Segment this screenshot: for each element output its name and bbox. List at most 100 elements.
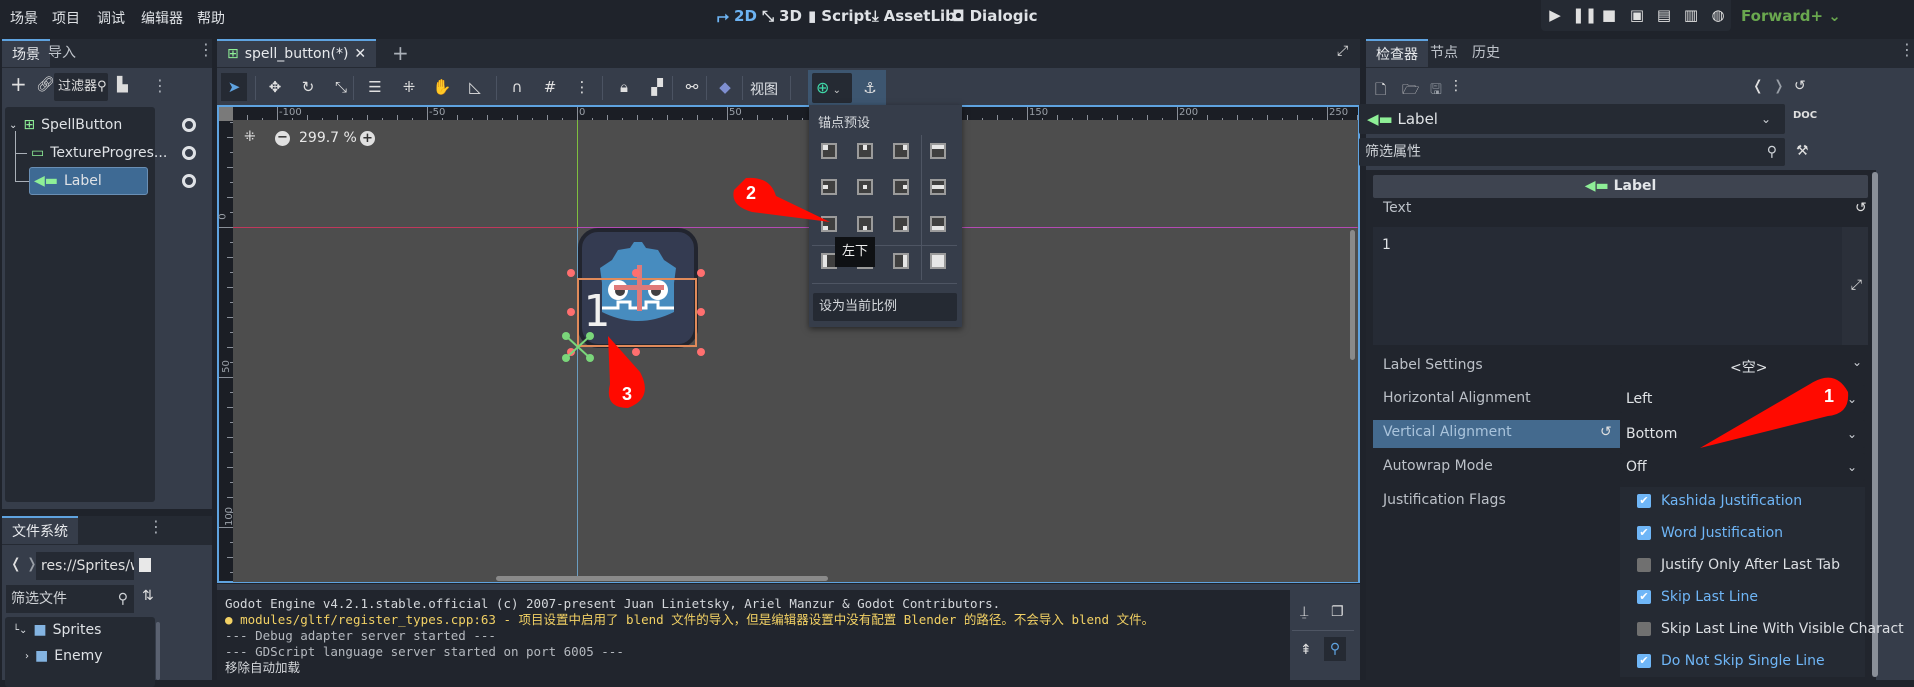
link-icon[interactable]: 🔗︎ xyxy=(36,75,55,93)
view-menu[interactable]: 视图 xyxy=(750,79,778,99)
open-folder-icon[interactable]: 🗁︎ xyxy=(1402,79,1419,103)
anchor-preset-hcenter-wide[interactable] xyxy=(930,179,946,195)
distraction-free-icon[interactable]: ⤢ xyxy=(1337,43,1348,59)
vertical-alignment-select[interactable]: Bottom ⌄ xyxy=(1620,420,1865,448)
menu-debug[interactable]: 调试 xyxy=(97,8,125,28)
menu-editor[interactable]: 编辑器 xyxy=(141,8,183,28)
pan-tool-icon[interactable]: ✋ xyxy=(430,75,454,99)
rotate-tool-icon[interactable]: ↻ xyxy=(296,75,320,99)
back-icon[interactable]: ❬ xyxy=(1752,78,1764,94)
select-tool-icon[interactable]: ➤ xyxy=(221,73,247,101)
tab-import[interactable]: 导入 xyxy=(38,39,86,67)
filter-nodes-input[interactable]: 过滤器⚲ xyxy=(54,73,108,101)
grid-snap-icon[interactable]: # xyxy=(538,75,562,99)
anchor-handles-icon[interactable] xyxy=(560,330,596,364)
play-scene-icon[interactable]: ▤ xyxy=(1654,6,1674,26)
anchor-preset-top-wide[interactable] xyxy=(930,143,946,159)
forward-icon[interactable]: ❭ xyxy=(1773,78,1785,94)
filter-properties-input[interactable]: 筛选属性 ⚲ xyxy=(1359,138,1785,166)
text-edit[interactable]: 1 ⤢ xyxy=(1373,227,1868,345)
anchor-icon[interactable]: ⚓︎ xyxy=(858,76,882,100)
instance-scene-icon[interactable]: ▙ xyxy=(117,77,128,93)
new-tab-icon[interactable]: + xyxy=(392,41,409,65)
workspace-script[interactable]: ▮ Script xyxy=(808,7,871,25)
group-icon[interactable]: ▞ xyxy=(645,75,669,99)
section-header-label[interactable]: ◀▬ Label xyxy=(1373,175,1868,198)
more-icon[interactable]: ⋮ xyxy=(198,42,214,58)
revert-icon[interactable]: ↺ xyxy=(1600,424,1612,440)
label-settings-value[interactable]: <空> xyxy=(1730,357,1767,377)
tree-node-textureprogressbar[interactable]: ▭ TextureProgres... xyxy=(31,140,167,166)
chevron-down-icon[interactable]: ⌄ xyxy=(1852,355,1862,369)
tab-spell-button[interactable]: ⊞ spell_button(*) ✕ xyxy=(217,39,377,68)
pivot-tool-icon[interactable]: ⁜ xyxy=(397,75,421,99)
list-select-icon[interactable]: ☰ xyxy=(363,75,387,99)
anchor-preset-bottom-left[interactable] xyxy=(821,216,837,232)
anchor-preset-top-right[interactable] xyxy=(893,143,909,159)
move-tool-icon[interactable]: ✥ xyxy=(263,75,287,99)
autowrap-mode-select[interactable]: Off ⌄ xyxy=(1620,453,1865,481)
tab-history[interactable]: 历史 xyxy=(1462,39,1510,67)
anchor-preset-bottom-wide[interactable] xyxy=(930,216,946,232)
snap-options-icon[interactable]: ⋮ xyxy=(570,75,594,99)
zoom-in-icon[interactable]: + xyxy=(360,131,375,146)
keep-ratio-button[interactable]: 设为当前比例 xyxy=(813,293,957,321)
toggle-split-icon[interactable] xyxy=(139,558,151,572)
more-icon[interactable]: ⋮ xyxy=(152,78,168,94)
scale-tool-icon[interactable]: ⤡ xyxy=(329,75,353,99)
menu-help[interactable]: 帮助 xyxy=(197,8,225,28)
viewport-v-scrollbar[interactable] xyxy=(1350,230,1355,360)
checkbox-flag[interactable]: ✔ Kashida Justification xyxy=(1637,493,1802,509)
workspace-3d[interactable]: ⤡ 3D xyxy=(762,7,802,25)
folder-enemy[interactable]: › ■ Enemy xyxy=(25,643,103,669)
anchor-preset-bottom-right[interactable] xyxy=(893,216,909,232)
sort-icon[interactable]: ⇅ xyxy=(142,588,154,604)
new-resource-icon[interactable]: 🗋︎ xyxy=(1375,79,1386,103)
movie-maker-icon[interactable]: ◍ xyxy=(1708,6,1728,26)
workspace-dialogic[interactable]: ◘ Dialogic xyxy=(952,7,1038,25)
more-icon[interactable]: ⋮ xyxy=(1899,42,1914,58)
anchor-preset-center[interactable] xyxy=(857,179,873,195)
tree-node-spellbutton[interactable]: ⌄ ⊞ SpellButton xyxy=(9,112,122,138)
path-input[interactable]: res://Sprites/whit xyxy=(36,552,134,580)
smart-snap-icon[interactable]: ∩ xyxy=(505,75,529,99)
visibility-eye-icon[interactable] xyxy=(182,174,196,188)
menu-project[interactable]: 项目 xyxy=(52,8,80,28)
tab-inspector[interactable]: 检查器 xyxy=(1366,39,1428,67)
anchor-preset-full-rect[interactable] xyxy=(930,253,946,269)
checkbox-flag[interactable]: ✔ Do Not Skip Single Line xyxy=(1637,653,1825,669)
back-icon[interactable]: ❬ xyxy=(10,556,22,572)
collapse-messages-icon[interactable]: ⇞ xyxy=(1300,642,1312,658)
bone-icon[interactable]: ⚯ xyxy=(680,75,704,99)
more-icon[interactable]: ⋮ xyxy=(1449,78,1463,94)
workspace-assetlib[interactable]: ⤓ AssetLib xyxy=(872,7,956,25)
lock-icon[interactable]: 🔒︎ xyxy=(612,75,636,99)
anchor-preset-center-bottom[interactable] xyxy=(857,216,873,232)
checkbox-flag[interactable]: ✔ Word Justification xyxy=(1637,525,1783,541)
checkbox-flag[interactable]: Justify Only After Last Tab xyxy=(1637,557,1840,573)
center-view-icon[interactable]: ⁜ xyxy=(244,129,256,145)
copy-icon[interactable]: ❐ xyxy=(1331,604,1344,620)
visibility-eye-icon[interactable] xyxy=(182,118,196,132)
visibility-eye-icon[interactable] xyxy=(182,146,196,160)
camera-override-icon[interactable]: ◆ xyxy=(713,75,737,99)
filesystem-scrollbar[interactable] xyxy=(156,622,160,680)
close-icon[interactable]: ✕ xyxy=(354,40,366,68)
checkbox-flag[interactable]: ✔ Skip Last Line xyxy=(1637,589,1758,605)
anchor-preset-center-right[interactable] xyxy=(893,179,909,195)
object-selector-content[interactable]: ◀▬ Label ⌄ xyxy=(1359,104,1785,134)
zoom-out-icon[interactable]: − xyxy=(275,131,290,146)
viewport-h-scrollbar[interactable] xyxy=(496,576,828,581)
anchor-preset-center-left[interactable] xyxy=(821,179,837,195)
save-icon[interactable]: 🖫︎ xyxy=(1430,79,1442,103)
play-icon[interactable]: ▶ xyxy=(1545,6,1565,26)
doc-icon[interactable]: DOC xyxy=(1793,110,1817,121)
tab-filesystem[interactable]: 文件系统 xyxy=(2,516,78,544)
pause-icon[interactable]: ❚❚ xyxy=(1572,6,1597,26)
expand-icon[interactable]: ⤢ xyxy=(1851,277,1862,293)
tree-node-label[interactable]: ◀▬ Label xyxy=(29,167,148,195)
anchor-preset-right-wide[interactable] xyxy=(893,253,909,269)
workspace-2d[interactable]: ⮣ 2D xyxy=(717,7,757,25)
renderer-select[interactable]: Forward+ ⌄ xyxy=(1741,7,1841,25)
more-icon[interactable]: ⋮ xyxy=(148,519,164,535)
